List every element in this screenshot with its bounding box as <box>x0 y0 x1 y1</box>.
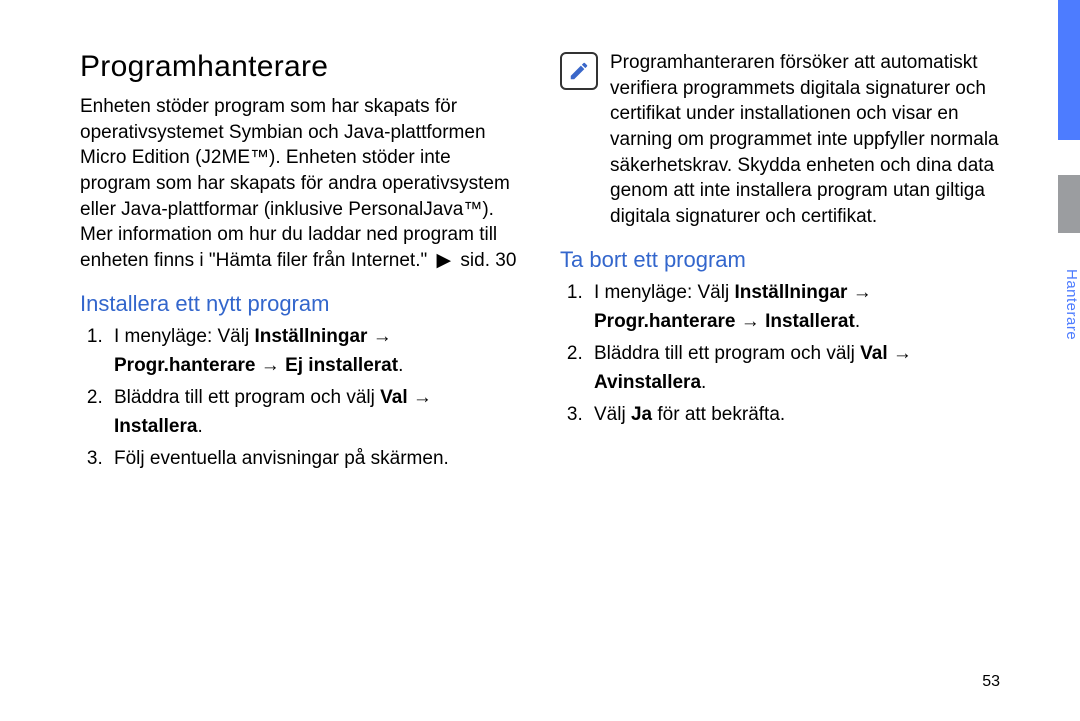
left-column: Programhanterare Enheten stöder program … <box>80 50 520 478</box>
intro-text-1: Enheten stöder program som har skapats f… <box>80 96 510 271</box>
install-list: I menyläge: Välj Inställningar → Progr.h… <box>80 323 520 474</box>
intro-paragraph: Enheten stöder program som har skapats f… <box>80 94 520 273</box>
pencil-icon <box>568 60 590 82</box>
page: Programhanterare Enheten stöder program … <box>0 0 1080 721</box>
note-block: Programhanteraren försöker att automatis… <box>560 50 1000 229</box>
remove-list: I menyläge: Välj Inställningar → Progr.h… <box>560 279 1000 430</box>
remove-step-1: I menyläge: Välj Inställningar → Progr.h… <box>588 279 1000 336</box>
right-column: Programhanteraren försöker att automatis… <box>560 50 1000 478</box>
install-step-3: Följ eventuella anvisningar på skärmen. <box>108 445 520 474</box>
page-number: 53 <box>982 673 1000 691</box>
install-step-2: Bläddra till ett program och välj Val → … <box>108 384 520 441</box>
side-tab-blue <box>1058 0 1080 140</box>
page-title: Programhanterare <box>80 50 520 84</box>
install-step-1: I menyläge: Välj Inställningar → Progr.h… <box>108 323 520 380</box>
side-tab-gray <box>1058 175 1080 233</box>
note-icon <box>560 52 598 90</box>
remove-step-2: Bläddra till ett program och välj Val → … <box>588 340 1000 397</box>
install-title: Installera ett nytt program <box>80 291 520 317</box>
side-section-label: Hanterare <box>1058 250 1080 360</box>
note-text: Programhanteraren försöker att automatis… <box>610 50 1000 229</box>
remove-step-3: Välj Ja för att bekräfta. <box>588 401 1000 430</box>
arrow-icon: ▶ <box>437 248 452 274</box>
remove-title: Ta bort ett program <box>560 247 1000 273</box>
intro-text-2: sid. 30 <box>460 250 516 271</box>
content-columns: Programhanterare Enheten stöder program … <box>80 50 1000 478</box>
